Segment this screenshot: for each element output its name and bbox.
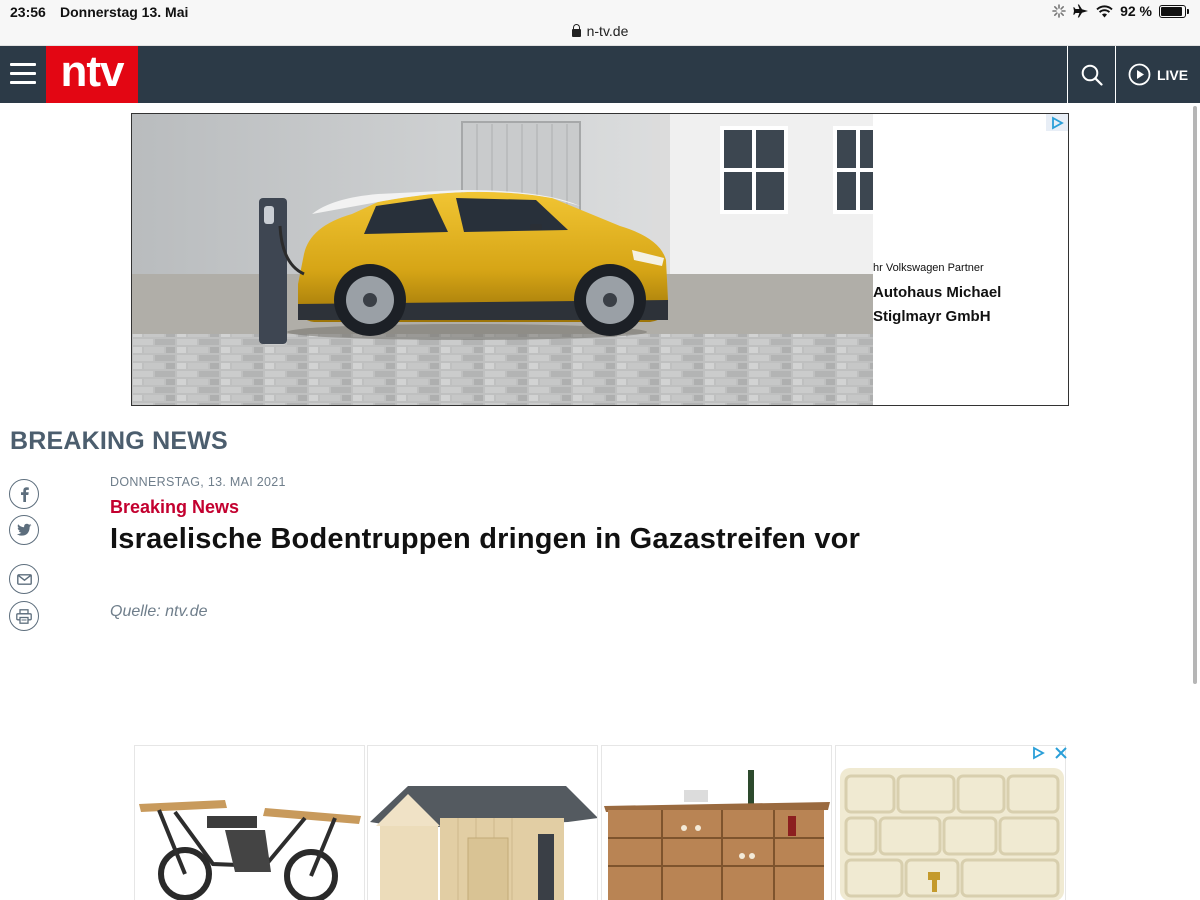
address-bar[interactable]: n-tv.de [0,23,1200,39]
facebook-icon [21,487,29,502]
status-time: 23:56 [10,4,46,20]
battery-percent: 92 % [1120,3,1152,19]
product-ad-bar-cabinet[interactable] [601,745,832,900]
product-ad-water-tank[interactable] [835,745,1066,900]
article-kicker: Breaking News [110,497,240,517]
live-button[interactable]: LIVE [1116,46,1200,103]
product-ad-garden-shed[interactable] [367,745,598,900]
battery-icon [1159,4,1189,18]
close-icon[interactable] [1055,747,1067,759]
ad-dealer-panel: hr Volkswagen Partner Autohaus Michael S… [873,114,1068,405]
adchoices-icon[interactable] [1046,114,1068,131]
adchoices-icon[interactable] [1031,746,1045,760]
url-text: n-tv.de [586,23,629,39]
product-ad-row [134,745,1066,900]
ad-dealer-name: Autohaus Michael Stiglmayr GmbH [873,284,1002,325]
wifi-icon [1096,4,1113,17]
banner-ad[interactable]: hr Volkswagen Partner Autohaus Michael S… [131,113,1069,406]
product-ad-motorcycle-table[interactable] [134,745,365,900]
ntv-logo[interactable]: ntv [46,46,138,103]
search-button[interactable] [1067,46,1116,103]
article-date: DONNERSTAG, 13. MAI 2021 [110,475,286,489]
airplane-mode-icon [1073,4,1089,18]
page-scrollbar[interactable] [1193,106,1197,684]
share-facebook[interactable] [9,479,39,509]
article-source: Quelle: ntv.de [110,603,208,620]
ad-car-image [132,114,877,405]
menu-icon[interactable] [10,63,36,85]
twitter-icon [16,523,32,536]
section-title: BREAKING NEWS [10,427,228,455]
mail-icon [16,573,32,585]
share-twitter[interactable] [9,515,39,545]
ad-partner-text: hr Volkswagen Partner [873,262,984,274]
status-indicators: 92 % [1052,3,1189,19]
lock-icon [571,24,581,37]
site-header: ntv LIVE [0,46,1200,103]
live-label: LIVE [1156,66,1189,83]
print-icon [16,608,32,624]
search-icon [1081,64,1103,86]
status-bar: 23:56 Donnerstag 13. Mai 92 % n-tv.de [0,0,1200,46]
loading-spinner-icon [1052,4,1066,18]
article-headline[interactable]: Israelische Bodentruppen dringen in Gaza… [110,523,860,556]
product-ad-controls [1031,746,1067,760]
play-icon [1128,63,1151,86]
share-mail[interactable] [9,564,39,594]
share-print[interactable] [9,601,39,631]
logo-text: ntv [60,46,125,96]
status-date: Donnerstag 13. Mai [60,4,189,20]
